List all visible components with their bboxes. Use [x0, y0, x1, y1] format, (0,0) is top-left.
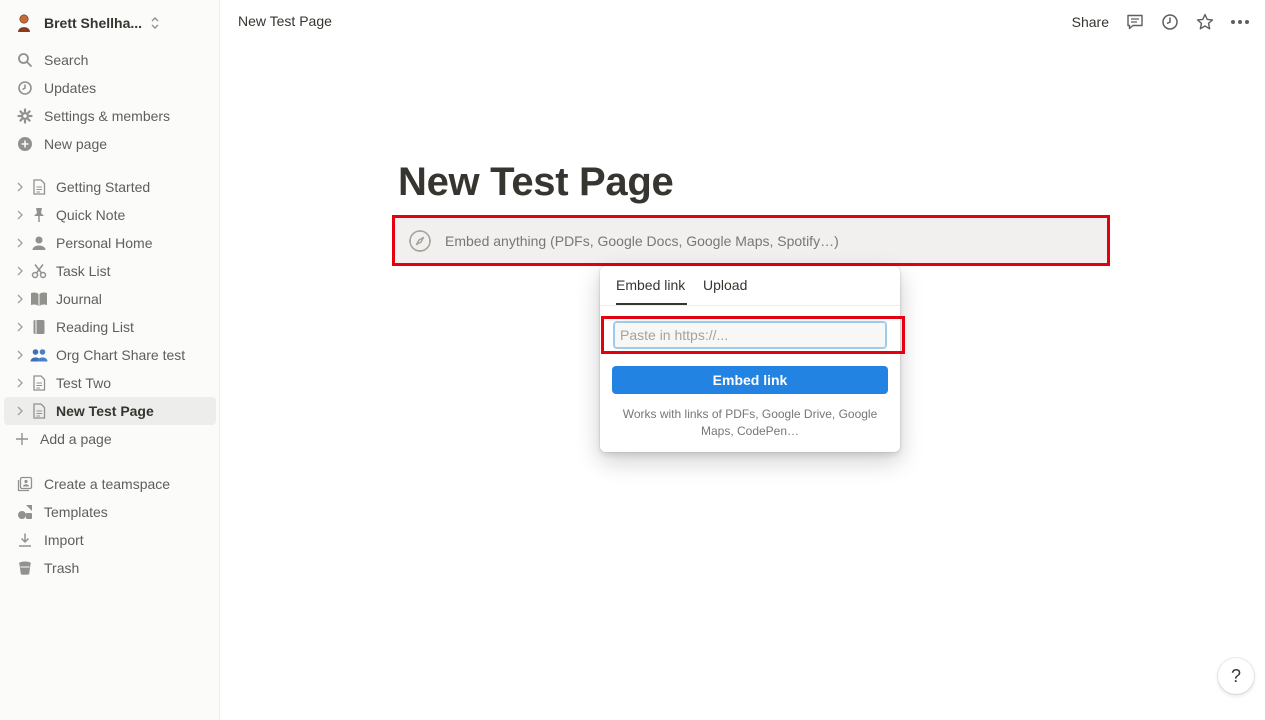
embed-block[interactable]: Embed anything (PDFs, Google Docs, Googl…: [394, 217, 1108, 264]
sidebar-item-trash[interactable]: Trash: [4, 554, 216, 582]
book-icon: [30, 290, 48, 308]
sidebar-page-task-list[interactable]: Task List: [4, 257, 216, 285]
chevron-right-icon[interactable]: [12, 403, 28, 419]
chevron-right-icon[interactable]: [12, 263, 28, 279]
add-page-label: Add a page: [40, 431, 112, 447]
page-title[interactable]: New Test Page: [398, 160, 674, 205]
sidebar-item-label: Personal Home: [56, 235, 153, 251]
help-button[interactable]: ?: [1218, 658, 1254, 694]
sidebar-page-getting-started[interactable]: Getting Started: [4, 173, 216, 201]
sidebar-item-create-teamspace[interactable]: Create a teamspace: [4, 470, 216, 498]
page-icon: [30, 178, 48, 196]
notebook-icon: [30, 318, 48, 336]
sidebar-item-label: Journal: [56, 291, 102, 307]
sidebar-page-test-two[interactable]: Test Two: [4, 369, 216, 397]
popover-tabs: Embed link Upload: [600, 266, 900, 306]
embed-popover: Embed link Upload Embed link Works with …: [600, 266, 900, 452]
comment-icon[interactable]: [1125, 12, 1145, 32]
chevron-updown-icon: [150, 16, 160, 30]
person-icon: [30, 234, 48, 252]
sidebar-item-label: Task List: [56, 263, 111, 279]
sidebar-item-import[interactable]: Import: [4, 526, 216, 554]
search-icon: [17, 52, 33, 68]
chevron-right-icon[interactable]: [12, 319, 28, 335]
chevron-right-icon[interactable]: [12, 179, 28, 195]
sidebar-page-reading-list[interactable]: Reading List: [4, 313, 216, 341]
sidebar-item-label: Getting Started: [56, 179, 151, 195]
sidebar-item-updates[interactable]: Updates: [4, 74, 216, 102]
people-icon: [30, 346, 48, 364]
page-icon: [30, 402, 48, 420]
sidebar-item-label: Org Chart Share test: [56, 347, 186, 363]
url-input[interactable]: [613, 321, 887, 349]
sidebar-item-label: Test Two: [56, 375, 111, 391]
embed-link-button[interactable]: Embed link: [612, 366, 888, 394]
import-icon: [17, 532, 33, 548]
sidebar-item-label: Trash: [44, 560, 80, 576]
star-icon[interactable]: [1195, 12, 1215, 32]
breadcrumb[interactable]: New Test Page: [238, 13, 332, 29]
tab-embed-link[interactable]: Embed link: [616, 277, 685, 293]
sidebar-item-templates[interactable]: Templates: [4, 498, 216, 526]
workspace-name: Brett Shellha...: [44, 15, 143, 31]
teamspace-icon: [17, 476, 33, 492]
share-button[interactable]: Share: [1072, 14, 1109, 30]
history-icon[interactable]: [1160, 12, 1180, 32]
sidebar-item-label: New page: [44, 136, 108, 152]
chevron-right-icon[interactable]: [12, 235, 28, 251]
sidebar-item-label: Settings & members: [44, 108, 171, 124]
avatar: [14, 13, 34, 33]
chevron-right-icon[interactable]: [12, 375, 28, 391]
page-icon: [30, 374, 48, 392]
embed-placeholder: Embed anything (PDFs, Google Docs, Googl…: [445, 232, 839, 249]
sidebar-page-org-chart[interactable]: Org Chart Share test: [4, 341, 216, 369]
chevron-right-icon[interactable]: [12, 207, 28, 223]
sidebar: Brett Shellha... Search Updates Settings…: [0, 0, 220, 720]
compass-icon: [408, 229, 432, 253]
scissors-icon: [30, 262, 48, 280]
sidebar-item-label: Import: [44, 532, 84, 548]
add-page-button[interactable]: Add a page: [4, 425, 216, 453]
sidebar-item-label: Reading List: [56, 319, 134, 335]
sidebar-item-label: Quick Note: [56, 207, 126, 223]
trash-icon: [17, 560, 33, 576]
sidebar-page-personal-home[interactable]: Personal Home: [4, 229, 216, 257]
sidebar-page-new-test-page[interactable]: New Test Page: [4, 397, 216, 425]
chevron-right-icon[interactable]: [12, 347, 28, 363]
topbar-actions: Share: [1072, 8, 1265, 36]
plus-icon: [14, 431, 30, 447]
sidebar-item-label: Search: [44, 52, 89, 68]
clock-icon: [17, 80, 33, 96]
plus-circle-icon: [17, 136, 33, 152]
templates-icon: [17, 504, 33, 520]
active-tab-indicator: [616, 303, 687, 305]
sidebar-item-label: Updates: [44, 80, 97, 96]
gear-icon: [17, 108, 33, 124]
sidebar-page-journal[interactable]: Journal: [4, 285, 216, 313]
workspace-switcher[interactable]: Brett Shellha...: [14, 10, 160, 36]
tab-upload[interactable]: Upload: [703, 277, 747, 293]
sidebar-item-new-page[interactable]: New page: [4, 130, 216, 158]
more-icon[interactable]: [1230, 12, 1250, 32]
sidebar-item-settings[interactable]: Settings & members: [4, 102, 216, 130]
embed-hint: Works with links of PDFs, Google Drive, …: [622, 407, 878, 438]
sidebar-page-quick-note[interactable]: Quick Note: [4, 201, 216, 229]
sidebar-item-label: Create a teamspace: [44, 476, 171, 492]
sidebar-item-search[interactable]: Search: [4, 46, 216, 74]
chevron-right-icon[interactable]: [12, 291, 28, 307]
pin-icon: [30, 206, 48, 224]
sidebar-item-label: New Test Page: [56, 403, 154, 419]
sidebar-item-label: Templates: [44, 504, 108, 520]
